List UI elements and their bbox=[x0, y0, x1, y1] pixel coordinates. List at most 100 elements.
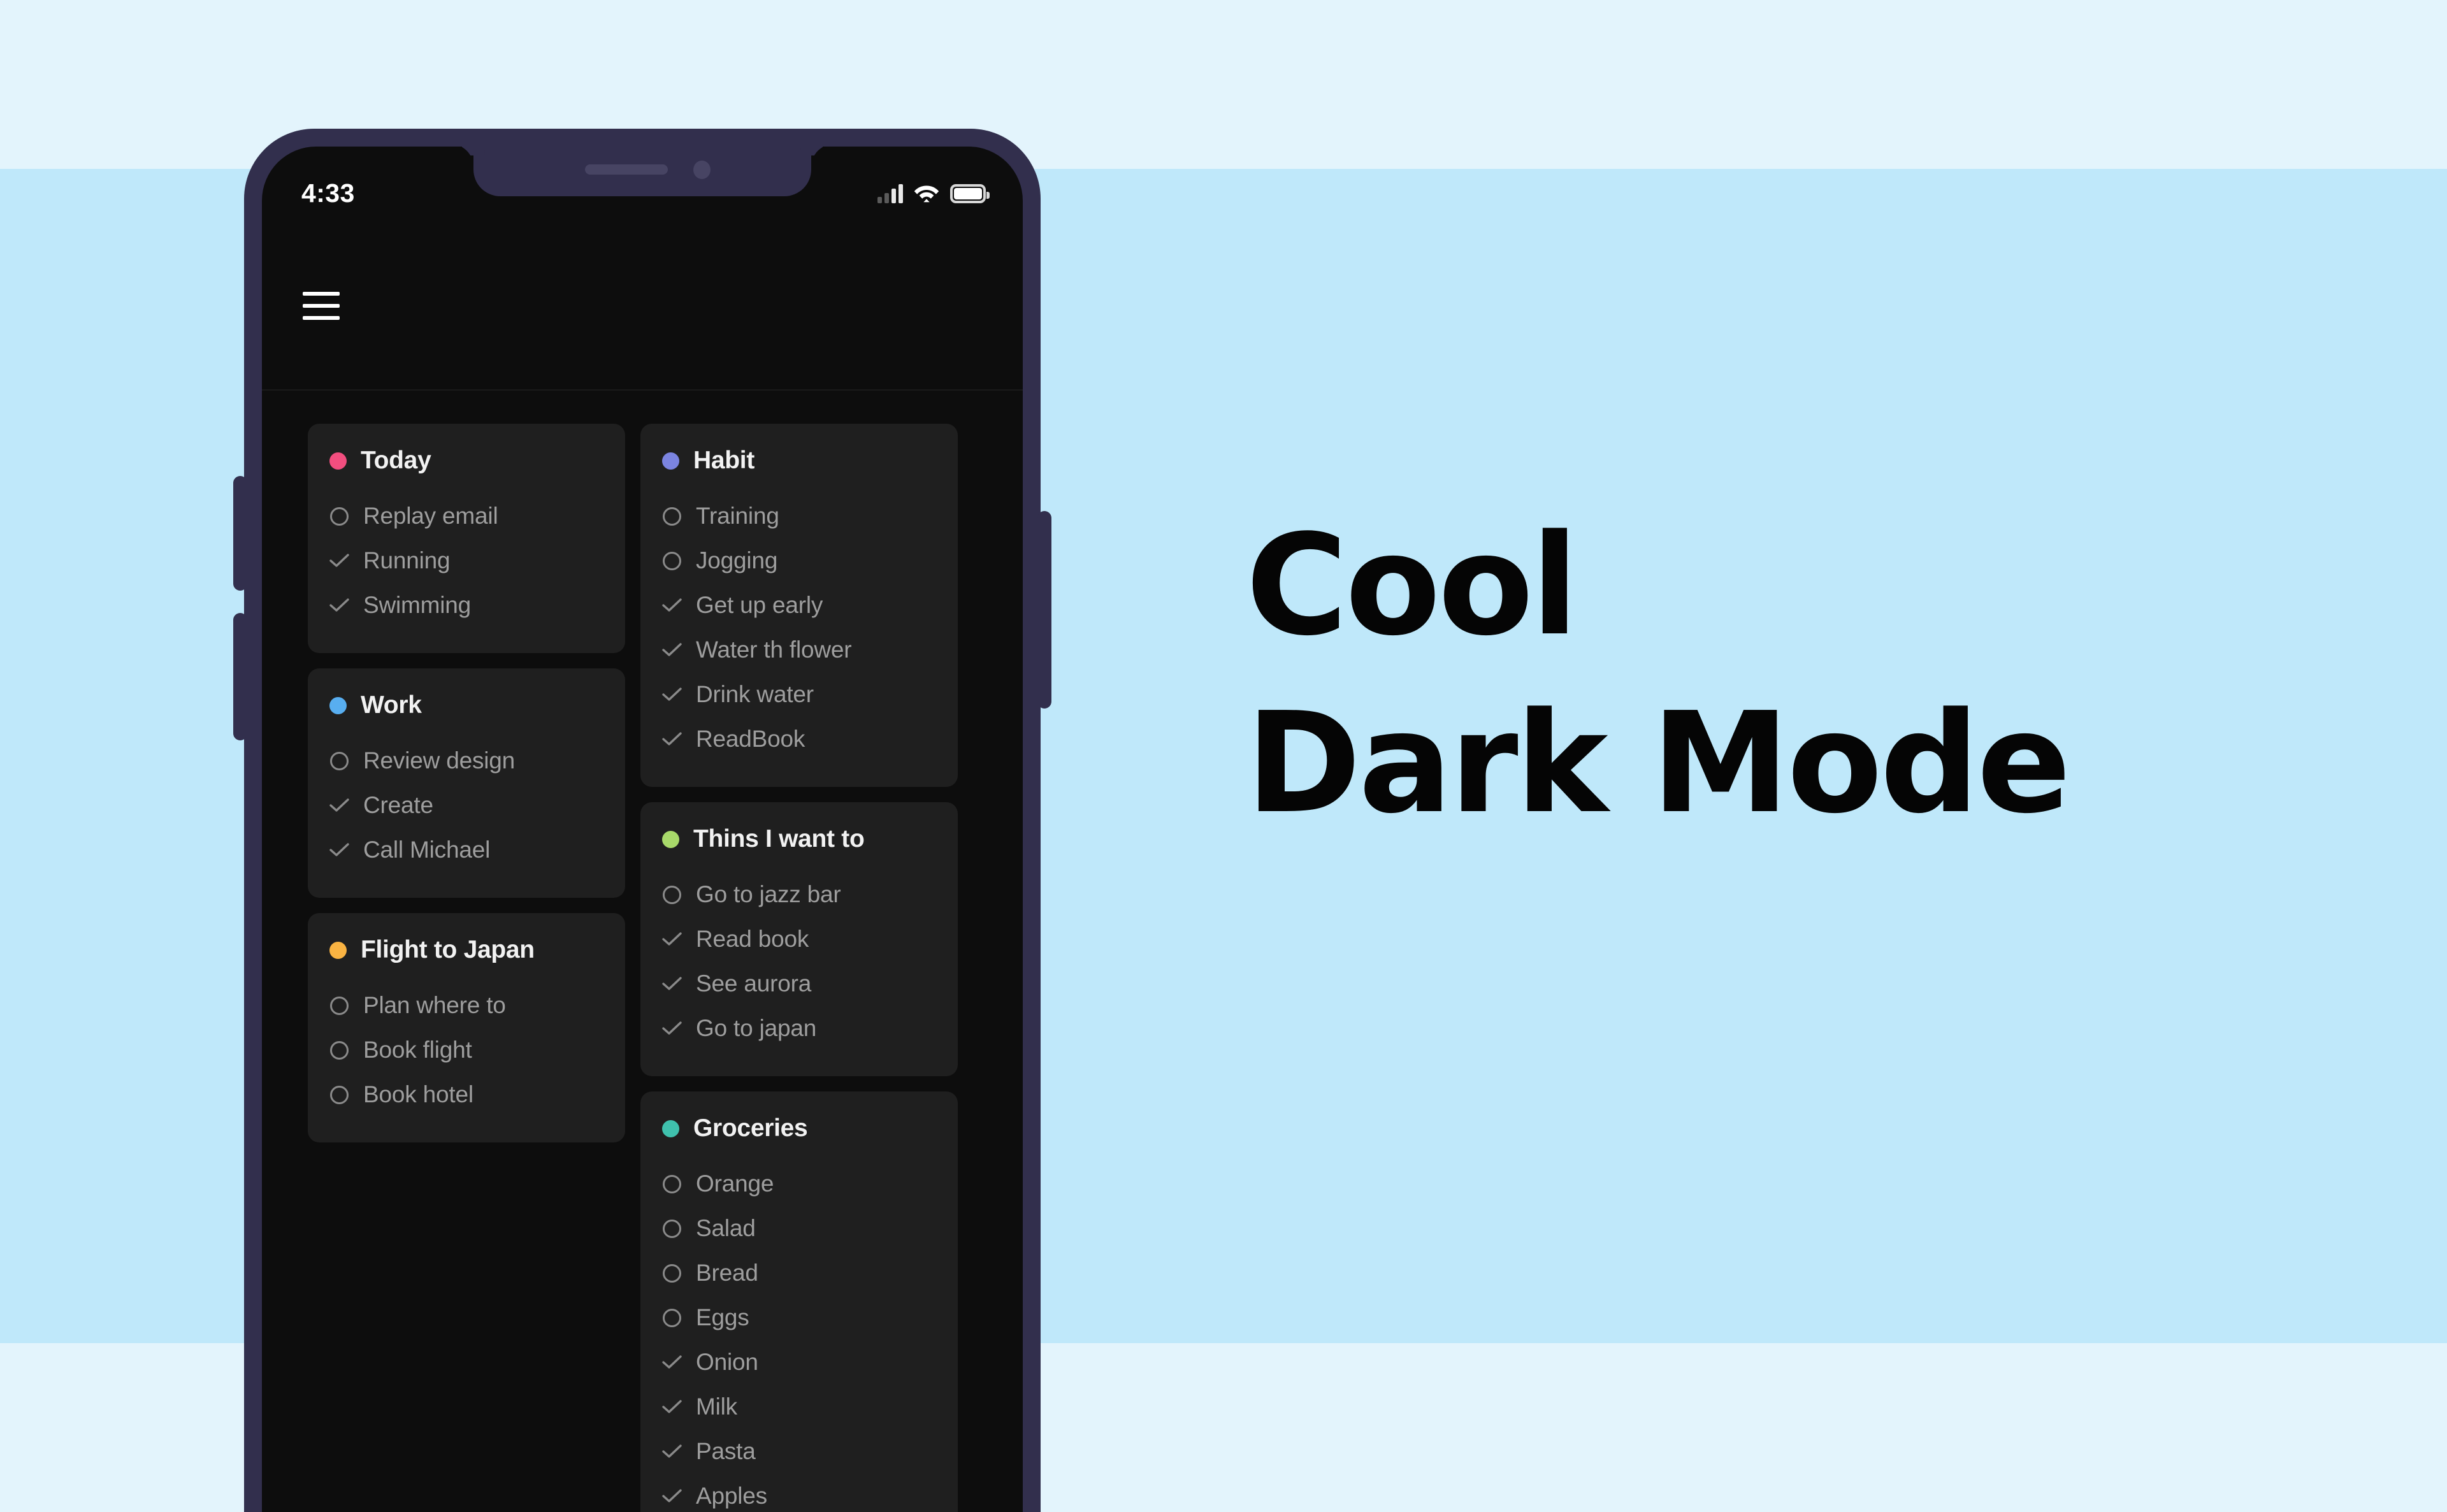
task-row[interactable]: Swimming bbox=[329, 583, 603, 628]
task-circle-icon[interactable] bbox=[329, 751, 349, 771]
task-row[interactable]: Drink water bbox=[662, 672, 936, 717]
task-row[interactable]: Plan where to bbox=[329, 983, 603, 1028]
task-check-icon[interactable] bbox=[329, 840, 349, 860]
category-dot-icon bbox=[662, 830, 679, 848]
list-card[interactable]: Groceries Orange Salad Bread Eggs Onion Milk Pa… bbox=[640, 1091, 958, 1512]
task-row[interactable]: Review design bbox=[329, 738, 603, 783]
task-check-icon[interactable] bbox=[662, 1442, 682, 1462]
card-header: Today bbox=[329, 447, 603, 475]
phone-screen: 4:33 Today Replay email Running Swimming… bbox=[262, 147, 1023, 1512]
card-header: Flight to Japan bbox=[329, 936, 603, 964]
task-check-icon[interactable] bbox=[662, 640, 682, 660]
list-card[interactable]: Habit Training Jogging Get up early Water th… bbox=[640, 424, 958, 787]
task-row[interactable]: Orange bbox=[662, 1162, 936, 1206]
task-label: Plan where to bbox=[363, 992, 506, 1018]
task-circle-icon[interactable] bbox=[329, 507, 349, 526]
task-check-icon[interactable] bbox=[329, 551, 349, 571]
list-card[interactable]: Flight to Japan Plan where to Book flight B… bbox=[308, 913, 625, 1142]
task-circle-icon[interactable] bbox=[662, 885, 682, 905]
task-row[interactable]: Call Michael bbox=[329, 828, 603, 872]
task-row[interactable]: Book flight bbox=[329, 1028, 603, 1072]
task-check-icon[interactable] bbox=[662, 930, 682, 949]
task-row[interactable]: Replay email bbox=[329, 494, 603, 538]
task-row[interactable]: ReadBook bbox=[662, 717, 936, 761]
task-check-icon[interactable] bbox=[662, 974, 682, 994]
card-title: Flight to Japan bbox=[361, 936, 535, 963]
task-circle-icon[interactable] bbox=[662, 507, 682, 526]
task-circle-icon[interactable] bbox=[662, 1264, 682, 1283]
card-title: Habit bbox=[693, 447, 755, 474]
list-card[interactable]: Thins I want to Go to jazz bar Read book Se… bbox=[640, 802, 958, 1076]
task-label: Go to japan bbox=[696, 1015, 817, 1041]
task-row[interactable]: Milk bbox=[662, 1385, 936, 1429]
status-bar: 4:33 bbox=[262, 147, 1023, 222]
task-row[interactable]: Onion bbox=[662, 1340, 936, 1385]
task-row[interactable]: Salad bbox=[662, 1206, 936, 1251]
task-row[interactable]: Eggs bbox=[662, 1295, 936, 1340]
task-row[interactable]: Book hotel bbox=[329, 1072, 603, 1117]
task-check-icon[interactable] bbox=[662, 1397, 682, 1417]
task-label: Drink water bbox=[696, 681, 814, 707]
task-row[interactable]: Create bbox=[329, 783, 603, 828]
card-header: Work bbox=[329, 691, 603, 719]
app-header bbox=[262, 222, 1023, 391]
category-dot-icon bbox=[329, 941, 347, 959]
task-row[interactable]: Pasta bbox=[662, 1429, 936, 1474]
task-check-icon[interactable] bbox=[329, 596, 349, 616]
task-label: Orange bbox=[696, 1170, 774, 1197]
task-circle-icon[interactable] bbox=[662, 551, 682, 571]
task-label: Swimming bbox=[363, 592, 472, 618]
task-row[interactable]: Jogging bbox=[662, 538, 936, 583]
left-column: Today Replay email Running Swimming Work Revi… bbox=[308, 424, 625, 1142]
task-row[interactable]: Training bbox=[662, 494, 936, 538]
task-circle-icon[interactable] bbox=[329, 1040, 349, 1060]
task-check-icon[interactable] bbox=[662, 1487, 682, 1506]
task-row[interactable]: Go to japan bbox=[662, 1006, 936, 1051]
phone-mockup: 4:33 Today Replay email Running Swimming… bbox=[233, 129, 1051, 1512]
task-row[interactable]: Read book bbox=[662, 917, 936, 961]
task-row[interactable]: Get up early bbox=[662, 583, 936, 628]
task-check-icon[interactable] bbox=[662, 1019, 682, 1039]
hamburger-menu-icon[interactable] bbox=[303, 291, 340, 320]
headline-line-2: Dark Mode bbox=[1246, 683, 2071, 845]
category-dot-icon bbox=[662, 452, 679, 470]
task-label: Pasta bbox=[696, 1438, 756, 1464]
task-circle-icon[interactable] bbox=[662, 1174, 682, 1194]
task-check-icon[interactable] bbox=[662, 596, 682, 616]
task-label: Create bbox=[363, 792, 433, 818]
task-row[interactable]: Running bbox=[329, 538, 603, 583]
category-dot-icon bbox=[662, 1120, 679, 1137]
card-header: Habit bbox=[662, 447, 936, 475]
card-title: Today bbox=[361, 447, 431, 474]
task-check-icon[interactable] bbox=[329, 796, 349, 816]
right-column: Habit Training Jogging Get up early Water th… bbox=[640, 424, 958, 1512]
status-icon-group bbox=[877, 183, 990, 203]
list-card[interactable]: Work Review design Create Call Michael bbox=[308, 668, 625, 898]
task-row[interactable]: See aurora bbox=[662, 961, 936, 1006]
task-row[interactable]: Bread bbox=[662, 1251, 936, 1295]
task-row[interactable]: Water th flower bbox=[662, 628, 936, 672]
power-button[interactable] bbox=[1037, 511, 1051, 709]
poster-headline: Cool Dark Mode bbox=[1246, 497, 2329, 853]
task-label: Eggs bbox=[696, 1304, 749, 1330]
task-check-icon[interactable] bbox=[662, 685, 682, 705]
task-row[interactable]: Go to jazz bar bbox=[662, 872, 936, 917]
task-board: Today Replay email Running Swimming Work Revi… bbox=[262, 392, 1023, 1512]
cellular-signal-icon bbox=[877, 184, 903, 203]
volume-down-button[interactable] bbox=[233, 613, 247, 740]
task-circle-icon[interactable] bbox=[329, 1085, 349, 1105]
poster-canvas: 4:33 Today Replay email Running Swimming… bbox=[0, 0, 2447, 1512]
volume-up-button[interactable] bbox=[233, 476, 247, 591]
task-circle-icon[interactable] bbox=[662, 1219, 682, 1239]
battery-full-icon bbox=[950, 184, 990, 203]
list-card[interactable]: Today Replay email Running Swimming bbox=[308, 424, 625, 653]
task-circle-icon[interactable] bbox=[329, 996, 349, 1016]
wifi-icon bbox=[914, 185, 939, 203]
task-check-icon[interactable] bbox=[662, 1353, 682, 1372]
task-check-icon[interactable] bbox=[662, 730, 682, 749]
task-label: Review design bbox=[363, 747, 516, 774]
task-row[interactable]: Apples bbox=[662, 1474, 936, 1512]
task-label: Get up early bbox=[696, 592, 823, 618]
task-label: See aurora bbox=[696, 970, 812, 997]
task-circle-icon[interactable] bbox=[662, 1308, 682, 1328]
